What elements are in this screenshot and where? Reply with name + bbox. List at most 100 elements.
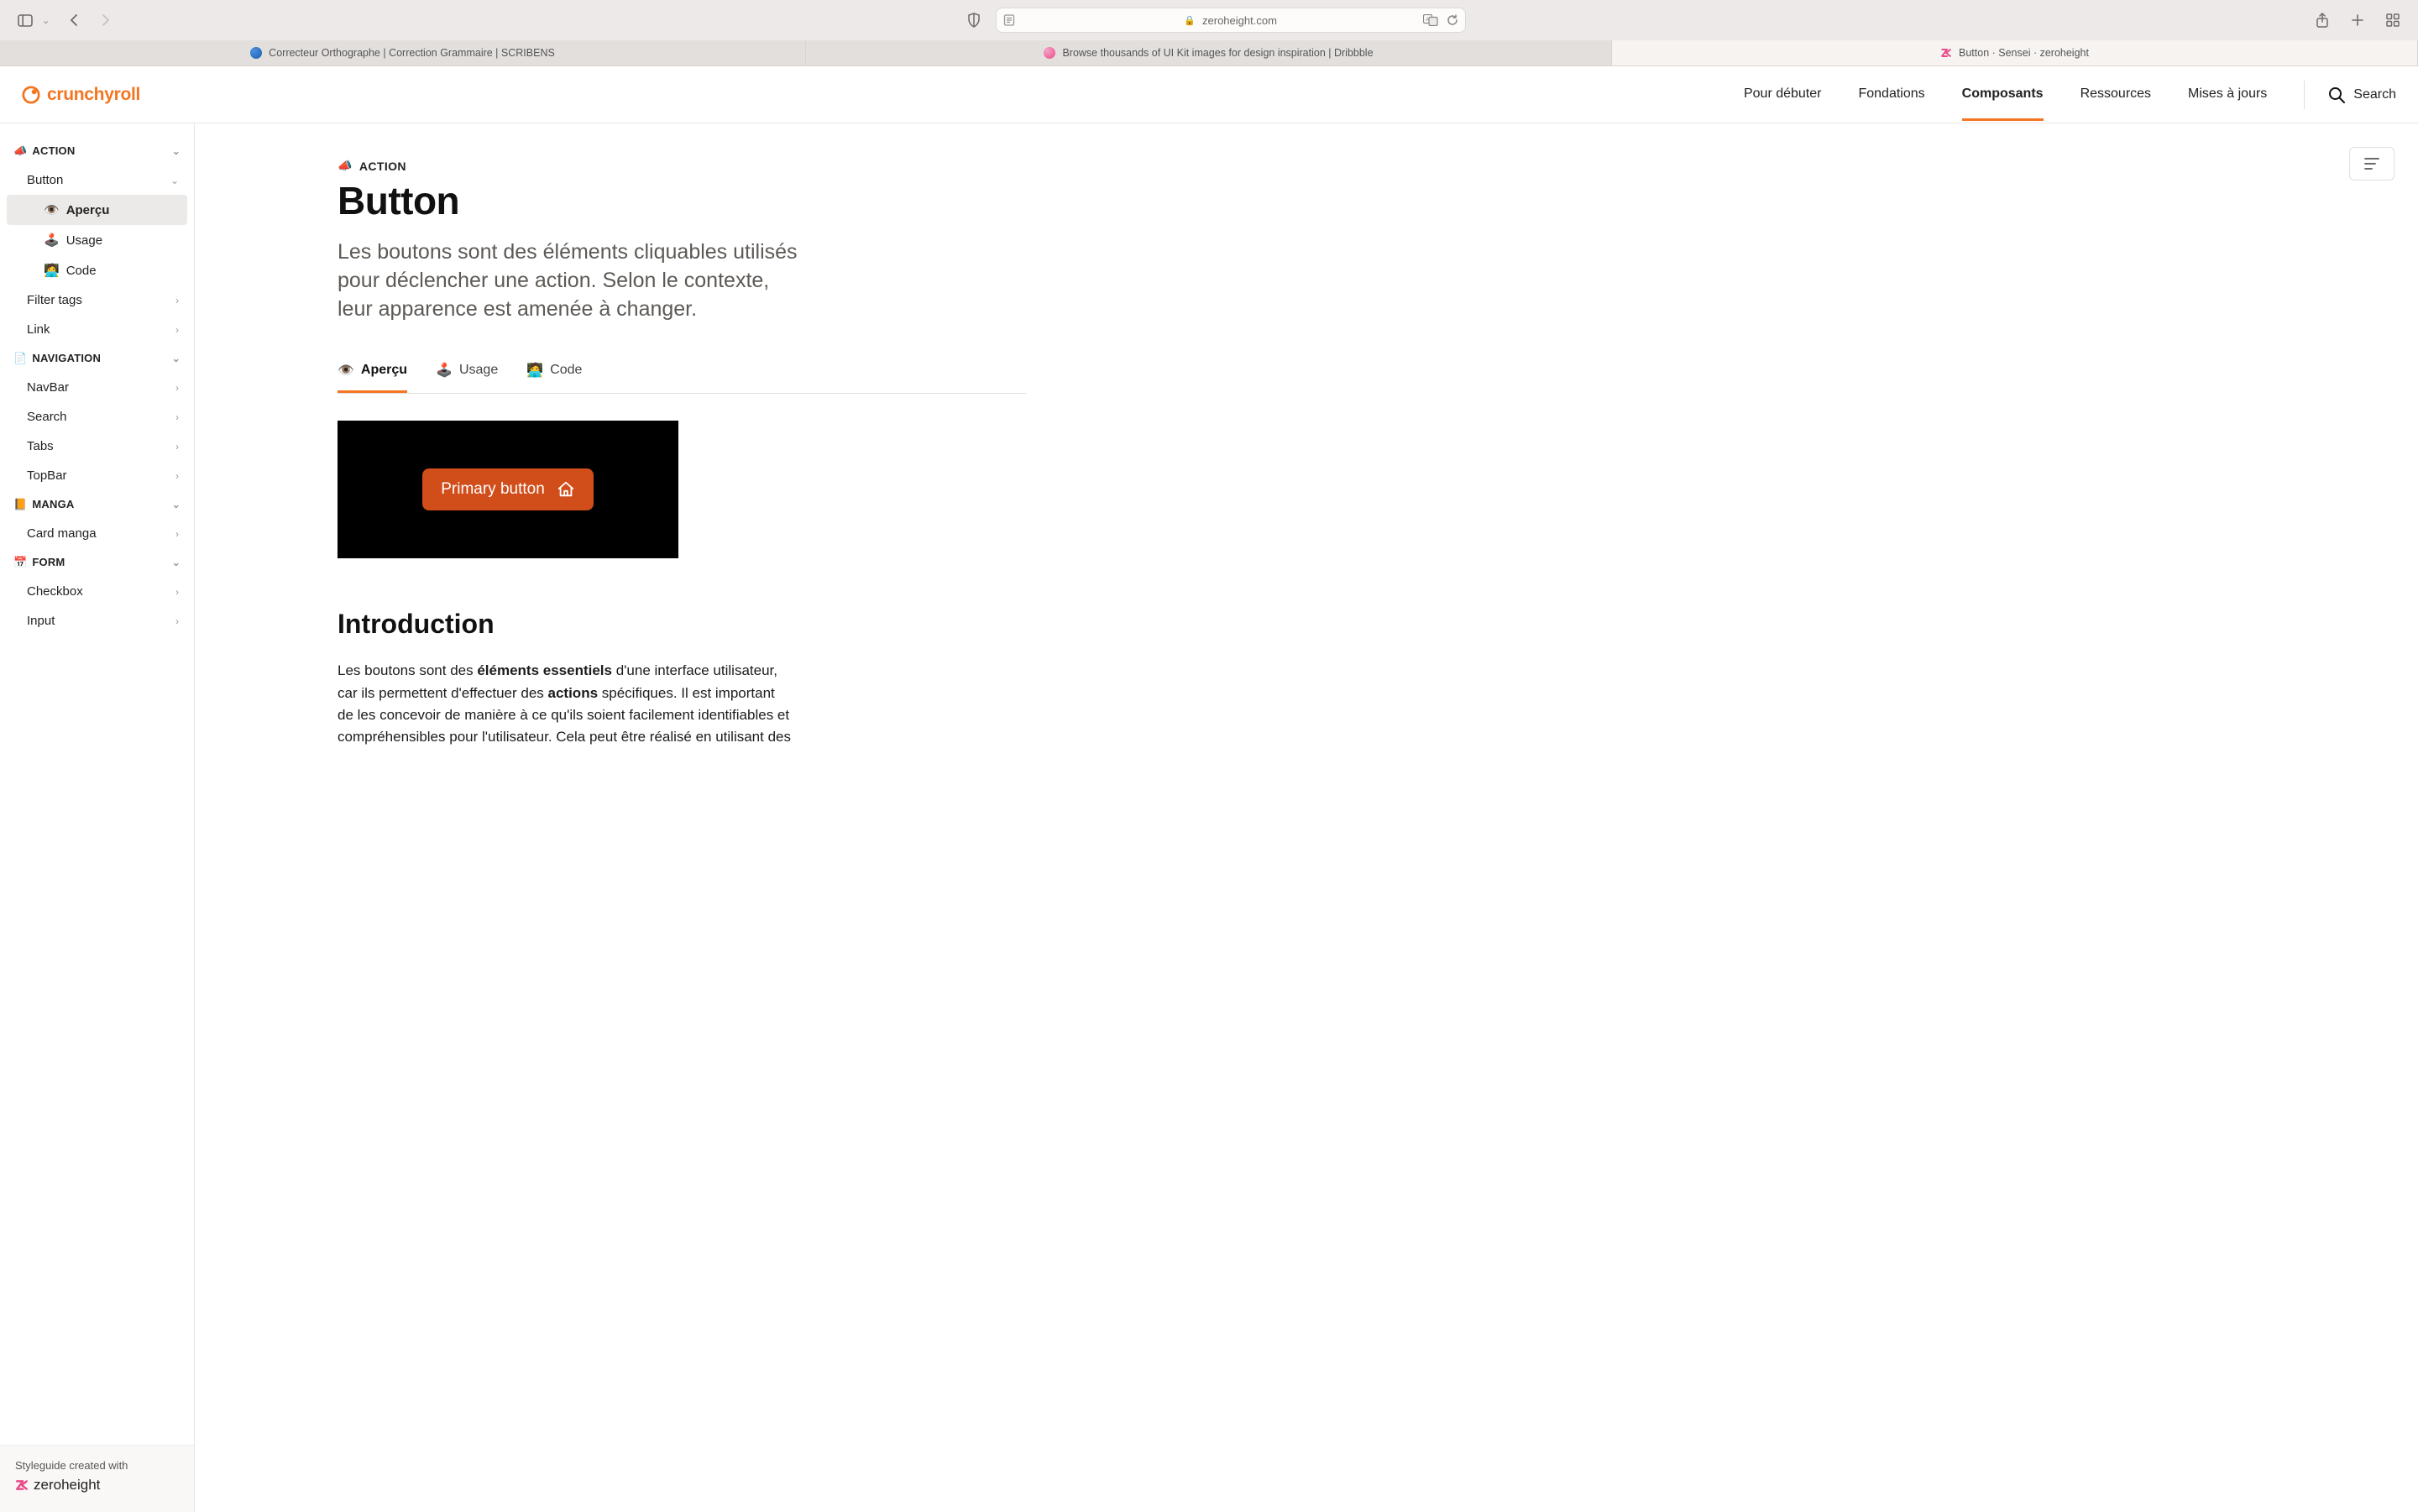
svg-text:A: A [1426,18,1429,23]
sidebar-item-label: Input [27,614,55,628]
sidebar-sub-usage[interactable]: 🕹️ Usage [7,225,187,255]
chevron-down-icon: ⌄ [172,499,181,510]
toc-button[interactable] [2349,147,2394,180]
sidebar-toggle-chevron-icon[interactable]: ⌄ [42,15,50,26]
site-header: crunchyroll Pour débuter Fondations Comp… [0,66,2418,123]
nav-resources[interactable]: Ressources [2080,68,2151,121]
sidebar-item-filter-tags[interactable]: Filter tags › [7,285,187,315]
tab-label: Aperçu [361,363,407,378]
sidebar-group-navigation[interactable]: 📄NAVIGATION ⌄ [7,344,187,373]
sidebar-group-label: NAVIGATION [32,352,101,364]
tab-usage[interactable]: 🕹️ Usage [436,353,498,393]
text-bold: éléments essentiels [477,662,612,678]
sidebar-sub-code[interactable]: 🧑‍💻 Code [7,255,187,285]
eye-icon: 👁️ [44,202,60,217]
tab-label: Button · Sensei · zeroheight [1959,47,2089,59]
browser-tab-zeroheight[interactable]: Button · Sensei · zeroheight [1612,40,2418,65]
lock-icon: 🔒 [1184,15,1196,26]
sidebar-item-topbar[interactable]: TopBar › [7,461,187,490]
sidebar-item-label: NavBar [27,380,69,395]
sidebar-group-label: FORM [32,556,65,568]
favicon-scribens [250,47,262,59]
text-fragment: Les boutons sont des [338,662,477,678]
share-icon[interactable] [2311,8,2334,32]
megaphone-icon: 📣 [13,144,27,157]
calendar-icon: 📅 [13,556,27,568]
reload-icon[interactable] [1447,14,1458,26]
tab-label: Browse thousands of UI Kit images for de… [1062,47,1373,59]
sidebar-item-link[interactable]: Link › [7,315,187,344]
chevron-right-icon: › [175,382,179,394]
sidebar-group-action[interactable]: 📣ACTION ⌄ [7,137,187,165]
sidebar-item-label: Button [27,173,63,187]
privacy-shield-icon[interactable] [962,8,986,32]
chevron-right-icon: › [175,470,179,482]
crunchyroll-icon [22,86,40,104]
footer-brand[interactable]: zeroheight [15,1477,179,1494]
top-nav: Pour débuter Fondations Composants Resso… [1744,68,2396,121]
sidebar-toggle-icon[interactable] [13,8,37,32]
new-tab-icon[interactable] [2346,8,2369,32]
back-button[interactable] [63,8,86,32]
footer-caption: Styleguide created with [15,1459,179,1472]
reader-icon[interactable] [1003,14,1015,26]
demo-preview: Primary button [338,421,678,558]
sidebar: 📣 ACTION ⌄ Button ⌄ 👁️ Aperçu 🕹️ Usage 🧑‍… [0,123,195,1512]
chevron-right-icon: › [175,615,179,627]
megaphone-icon: 📣 [338,159,353,173]
zeroheight-icon [15,1478,29,1492]
eye-icon: 👁️ [338,362,354,379]
tab-label: Correcteur Orthographe | Correction Gram… [269,47,555,59]
sidebar-item-checkbox[interactable]: Checkbox › [7,577,187,606]
tab-label: Usage [459,363,498,378]
sidebar-item-label: Filter tags [27,293,82,307]
browser-chrome: ⌄ 🔒 zeroheight.com A [0,0,2418,66]
brand-logo[interactable]: crunchyroll [22,85,140,105]
page-title: Button [338,178,1026,223]
sidebar-sub-label: Aperçu [66,203,110,217]
tab-code[interactable]: 🧑‍💻 Code [526,353,582,393]
sidebar-group-form[interactable]: 📅FORM ⌄ [7,548,187,577]
sidebar-group-label: ACTION [32,144,75,157]
page-lead: Les boutons sont des éléments cliquables… [338,238,808,323]
address-bar[interactable]: 🔒 zeroheight.com A [996,8,1466,33]
nav-components[interactable]: Composants [1962,68,2044,121]
chevron-right-icon: › [175,586,179,598]
toc-icon [2363,157,2380,170]
tab-label: Code [550,363,582,378]
sidebar-sub-apercu[interactable]: 👁️ Aperçu [7,195,187,225]
sidebar-group-manga[interactable]: 📙MANGA ⌄ [7,490,187,519]
nav-updates[interactable]: Mises à jours [2188,68,2267,121]
sidebar-item-label: Link [27,322,50,337]
favicon-dribbble [1044,47,1055,59]
sidebar-item-button[interactable]: Button ⌄ [7,165,187,195]
page-icon: 📄 [13,352,27,364]
nav-foundations[interactable]: Fondations [1858,68,1924,121]
primary-button-demo[interactable]: Primary button [422,468,594,510]
sidebar-item-search[interactable]: Search › [7,402,187,432]
sidebar-item-label: Checkbox [27,584,83,599]
browser-tab-scribens[interactable]: Correcteur Orthographe | Correction Gram… [0,40,806,65]
search-button[interactable]: Search [2304,81,2396,109]
breadcrumb: 📣 ACTION [338,159,1026,173]
sidebar-item-input[interactable]: Input › [7,606,187,636]
browser-tab-dribbble[interactable]: Browse thousands of UI Kit images for de… [806,40,1612,65]
home-icon [557,480,575,499]
technologist-icon: 🧑‍💻 [526,362,543,379]
tab-apercu[interactable]: 👁️ Aperçu [338,353,407,393]
sidebar-group-label: MANGA [32,498,74,510]
sidebar-item-label: Tabs [27,439,54,453]
tab-overview-icon[interactable] [2381,8,2405,32]
chevron-right-icon: › [175,295,179,306]
chevron-right-icon: › [175,324,179,336]
sidebar-sub-label: Code [66,264,97,278]
brand-name: crunchyroll [47,85,140,105]
sidebar-item-label: Card manga [27,526,97,541]
translate-icon[interactable]: A [1423,14,1438,26]
sidebar-item-card-manga[interactable]: Card manga › [7,519,187,548]
content-tabs: 👁️ Aperçu 🕹️ Usage 🧑‍💻 Code [338,353,1026,394]
nav-start[interactable]: Pour débuter [1744,68,1822,121]
sidebar-item-tabs[interactable]: Tabs › [7,432,187,461]
sidebar-item-navbar[interactable]: NavBar › [7,373,187,402]
joystick-icon: 🕹️ [44,233,60,248]
